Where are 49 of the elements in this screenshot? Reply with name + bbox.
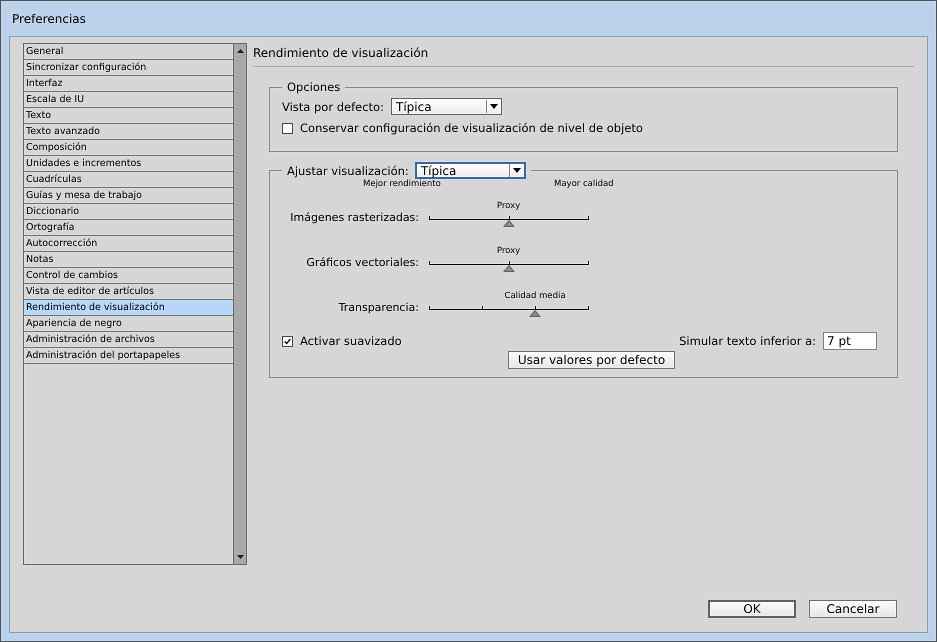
window-title: Preferencias (12, 12, 86, 26)
input-field[interactable]: 7 pt (823, 332, 877, 350)
slider-label: Gráficos vectoriales: (305, 256, 419, 269)
sidebar-item[interactable]: Guías y mesa de trabajo (24, 188, 233, 204)
scale-label: Mejor rendimiento (363, 179, 441, 189)
scrollbar[interactable] (233, 44, 246, 564)
sidebar-item[interactable]: Cuadrículas (24, 172, 233, 188)
slider-label: Imágenes rasterizadas: (289, 211, 419, 224)
slider-value: Calidad media (504, 290, 566, 300)
sidebar-item[interactable]: Texto (24, 108, 233, 124)
default-view-dropdown[interactable]: Típica (390, 98, 502, 115)
group-title: Opciones (287, 80, 340, 94)
sidebar-item[interactable]: Autocorrección (24, 236, 233, 252)
slider-thumb[interactable] (530, 310, 541, 316)
sidebar-item[interactable]: Unidades e incrementos (24, 156, 233, 172)
sidebar-item[interactable]: Rendimiento de visualización (24, 300, 233, 316)
checkbox-label: Activar suavizado (300, 334, 402, 348)
scale-label: Mayor calidad (554, 179, 614, 189)
scroll-up-icon[interactable] (236, 49, 244, 53)
adjust-view-dropdown[interactable]: Típica (414, 162, 526, 179)
slider-label: Transparencia: (338, 301, 419, 314)
sidebar-item[interactable]: Notas (24, 252, 233, 268)
cancel-button[interactable]: Cancelar (809, 600, 897, 618)
field-label: Simular texto inferior a: (679, 334, 816, 348)
dropdown-arrow-icon (490, 104, 498, 109)
sidebar-item[interactable]: Sincronizar configuración (24, 60, 233, 76)
sidebar-item[interactable]: Composición (24, 140, 233, 156)
sidebar-item[interactable]: Administración del portapapeles (24, 348, 233, 364)
defaults-button[interactable]: Usar valores por defecto (508, 351, 676, 369)
scroll-down-icon[interactable] (236, 555, 244, 559)
checkbox-label: Conservar configuración de visualización de nivel de objeto (300, 121, 643, 135)
checkbox[interactable] (282, 336, 293, 346)
field-label: Vista por defecto: (282, 100, 384, 114)
slider-value: Proxy (496, 200, 520, 210)
sidebar-item[interactable]: General (24, 44, 233, 60)
checkbox[interactable] (282, 122, 293, 134)
field-label: Ajustar visualización: (287, 164, 409, 178)
sidebar-item[interactable]: Interfaz (24, 76, 233, 92)
sidebar-item[interactable]: Apariencia de negro (24, 316, 233, 332)
sidebar-item[interactable]: Texto avanzado (24, 124, 233, 140)
slider-value: Proxy (496, 246, 520, 256)
dropdown-arrow-icon (512, 168, 521, 173)
sidebar-item[interactable]: Control de cambios (24, 268, 233, 284)
sidebar-item[interactable]: Diccionario (24, 204, 233, 220)
sidebar-item[interactable]: Ortografía (24, 220, 233, 236)
panel-title: Rendimiento de visualización (253, 46, 428, 60)
sidebar-item[interactable]: Escala de IU (24, 92, 233, 108)
sidebar-item[interactable]: Administración de archivos (24, 332, 233, 348)
ok-button[interactable]: OK (708, 600, 796, 618)
